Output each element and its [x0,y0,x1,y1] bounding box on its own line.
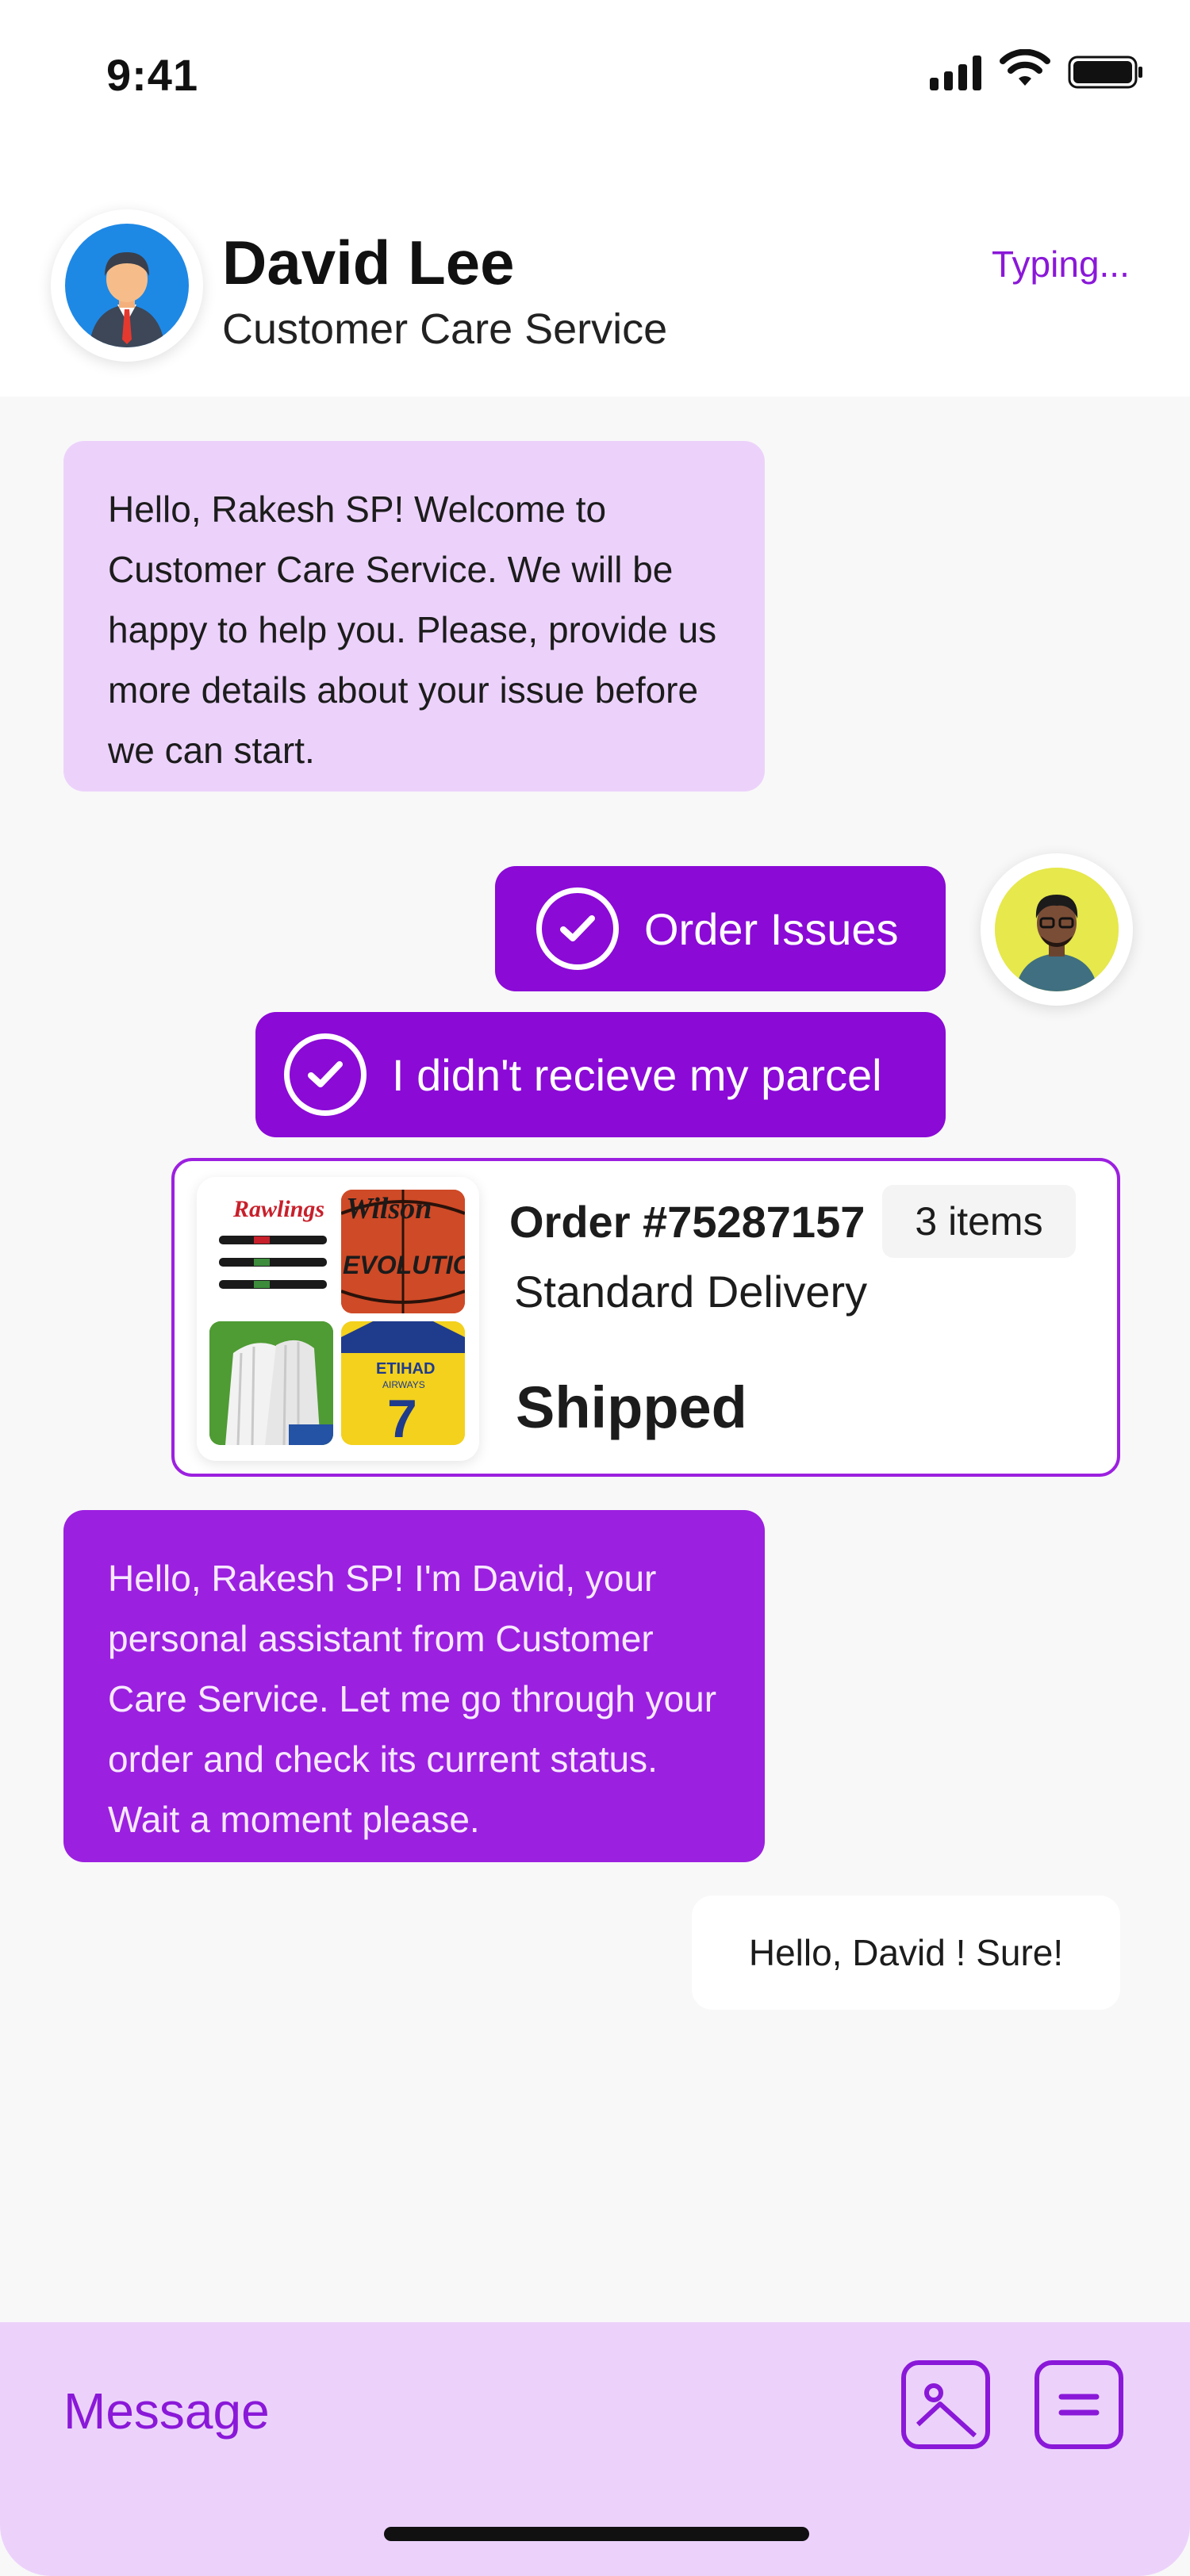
order-number: Order #75287157 [509,1197,866,1247]
order-thumbnails: Rawlings Wilson EVOLUTION [197,1177,479,1461]
user-photo [995,868,1119,991]
order-status: Shipped [516,1374,747,1440]
svg-text:Rawlings: Rawlings [232,1196,324,1222]
menu-button[interactable] [1035,2360,1123,2449]
attach-image-button[interactable] [901,2360,990,2449]
order-issues-option[interactable]: Order Issues [495,866,946,991]
check-circle-icon [536,887,619,970]
menu-icon [1058,2394,1100,2416]
gloves-thumbnail [209,1321,333,1445]
image-icon [916,2383,977,2437]
wifi-icon [1000,49,1050,86]
svg-text:Wilson: Wilson [346,1192,432,1225]
status-time: 9:41 [106,50,199,100]
cellular-signal-icon [930,52,981,90]
delivery-type: Standard Delivery [514,1267,868,1317]
items-count-badge: 3 items [882,1185,1076,1258]
svg-text:ETIHAD: ETIHAD [376,1360,435,1378]
order-issues-label: Order Issues [644,903,899,954]
svg-text:7: 7 [387,1389,417,1445]
svg-text:EVOLUTION: EVOLUTION [343,1251,465,1279]
message-input[interactable] [63,2371,777,2451]
agent-role: Customer Care Service [222,305,668,353]
incoming-message-bubble: Hello, Rakesh SP! I'm David, your person… [63,1510,765,1862]
parcel-not-received-option[interactable]: I didn't recieve my parcel [255,1012,946,1137]
agent-avatar[interactable] [65,224,189,347]
incoming-message-bubble: Hello, Rakesh SP! Welcome to Customer Ca… [63,441,765,792]
agent-person-icon [89,252,165,347]
basketball-thumbnail: Wilson EVOLUTION [341,1190,465,1313]
bats-thumbnail: Rawlings [209,1190,333,1313]
jersey-thumbnail: ETIHAD AIRWAYS 7 [341,1321,465,1445]
home-indicator [384,2527,809,2541]
battery-icon [1068,56,1142,89]
check-circle-icon [284,1033,367,1116]
parcel-not-received-label: I didn't recieve my parcel [392,1049,882,1100]
typing-indicator: Typing... [992,243,1130,285]
user-avatar[interactable] [995,868,1119,991]
outgoing-message-bubble: Hello, David ! Sure! [692,1896,1120,2010]
agent-name: David Lee [222,228,515,297]
